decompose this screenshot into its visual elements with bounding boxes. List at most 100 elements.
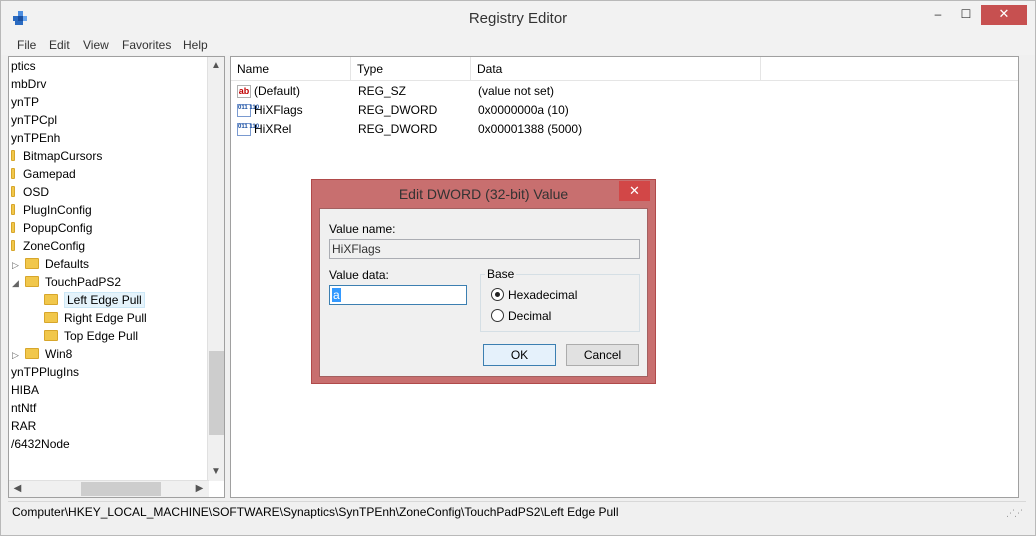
menu-view[interactable]: View xyxy=(83,38,109,52)
radio-checked-icon[interactable] xyxy=(491,288,504,302)
value-data: 0x0000000a (10) xyxy=(478,103,569,117)
scroll-right-arrow-icon[interactable]: ▶ xyxy=(191,481,208,497)
radio-hexadecimal-label: Hexadecimal xyxy=(508,288,578,302)
tree-item[interactable]: OSD xyxy=(11,183,49,201)
tree-item[interactable]: PopupConfig xyxy=(11,219,92,237)
value-data: 0x00001388 (5000) xyxy=(478,122,583,136)
close-button[interactable]: ✕ xyxy=(981,5,1027,25)
horizontal-scroll-thumb[interactable] xyxy=(81,482,161,496)
menu-file[interactable]: File xyxy=(17,38,36,52)
folder-icon xyxy=(11,150,15,162)
tree-item[interactable]: Win8 xyxy=(25,345,72,363)
tree-item-label: Left Edge Pull xyxy=(64,292,145,308)
list-header: Name Type Data xyxy=(231,57,1018,81)
base-group-label: Base xyxy=(485,267,517,281)
folder-icon xyxy=(44,312,58,324)
value-name-field[interactable]: HiXFlags xyxy=(329,239,640,259)
expand-arrow-icon[interactable]: ▷ xyxy=(12,350,19,361)
value-row[interactable]: ab (Default) REG_SZ (value not set) xyxy=(231,82,1018,101)
cancel-button[interactable]: Cancel xyxy=(566,344,639,366)
folder-icon xyxy=(11,240,15,252)
ok-button[interactable]: OK xyxy=(483,344,556,366)
tree-item[interactable]: TouchPadPS2 xyxy=(25,273,121,291)
tree-item[interactable]: Top Edge Pull xyxy=(44,327,138,345)
tree-item[interactable]: mbDrv xyxy=(11,75,46,93)
minimize-button[interactable]: – xyxy=(925,5,951,25)
tree-item-label: Win8 xyxy=(45,347,73,361)
folder-open-icon xyxy=(25,276,39,288)
tree-item[interactable]: Defaults xyxy=(25,255,89,273)
tree-item[interactable]: RAR xyxy=(11,417,36,435)
base-group: Base Hexadecimal Decimal xyxy=(480,267,640,332)
tree-item[interactable]: PlugInConfig xyxy=(11,201,92,219)
column-header-type[interactable]: Type xyxy=(351,57,471,81)
value-name: HiXFlags xyxy=(254,103,303,117)
menu-edit[interactable]: Edit xyxy=(49,38,70,52)
radio-hexadecimal[interactable]: Hexadecimal xyxy=(491,287,577,303)
tree-item-label: RAR xyxy=(11,419,37,433)
folder-icon xyxy=(25,348,39,360)
value-type: REG_SZ xyxy=(358,84,407,98)
value-row[interactable]: 011 110HiXFlags REG_DWORD 0x0000000a (10… xyxy=(231,101,1018,120)
tree-item[interactable]: /6432Node xyxy=(11,435,70,453)
window-title: Registry Editor xyxy=(468,10,568,27)
menu-bar: File Edit View Favorites Help xyxy=(1,35,1035,55)
tree-item[interactable]: BitmapCursors xyxy=(11,147,102,165)
scroll-down-arrow-icon[interactable]: ▼ xyxy=(208,463,224,480)
tree-item-label: HIBA xyxy=(11,383,40,397)
value-data: (value not set) xyxy=(478,84,555,98)
tree-item[interactable]: ntNtf xyxy=(11,399,36,417)
tree-item[interactable]: ynTPPlugIns xyxy=(11,363,79,381)
string-value-icon: ab xyxy=(237,85,251,99)
menu-favorites[interactable]: Favorites xyxy=(122,38,171,52)
tree-item[interactable]: Right Edge Pull xyxy=(44,309,147,327)
tree-item[interactable]: ynTPEnh xyxy=(11,129,60,147)
collapse-arrow-icon[interactable]: ◢ xyxy=(12,278,19,289)
tree-item[interactable]: Gamepad xyxy=(11,165,76,183)
value-row[interactable]: 011 110HiXRel REG_DWORD 0x00001388 (5000… xyxy=(231,120,1018,139)
folder-icon xyxy=(44,330,58,342)
tree-item[interactable]: ynTPCpl xyxy=(11,111,57,129)
tree-item-label: PopupConfig xyxy=(23,221,93,235)
value-data-input[interactable]: a xyxy=(329,285,467,305)
tree-item-label: Defaults xyxy=(45,257,90,271)
radio-unchecked-icon[interactable] xyxy=(491,309,504,323)
tree-item[interactable]: ZoneConfig xyxy=(11,237,85,255)
tree-horizontal-scrollbar[interactable]: ◀ ▶ xyxy=(9,480,209,497)
tree-item-label: Gamepad xyxy=(23,167,76,181)
tree-item[interactable]: HIBA xyxy=(11,381,39,399)
column-header-name[interactable]: Name xyxy=(231,57,351,81)
menu-help[interactable]: Help xyxy=(183,38,208,52)
folder-icon xyxy=(11,222,15,234)
tree-item-label: ynTP xyxy=(11,95,40,109)
tree-item[interactable]: ynTP xyxy=(11,93,39,111)
folder-open-icon xyxy=(44,294,58,306)
scroll-left-arrow-icon[interactable]: ◀ xyxy=(9,481,26,497)
registry-key-tree[interactable]: ptics mbDrv ynTP ynTPCpl ynTPEnh BitmapC… xyxy=(8,56,225,498)
tree-item-selected[interactable]: Left Edge Pull xyxy=(44,291,145,309)
folder-icon xyxy=(25,258,39,270)
dialog-close-button[interactable]: ✕ xyxy=(619,181,650,201)
status-path: Computer\HKEY_LOCAL_MACHINE\SOFTWARE\Syn… xyxy=(12,505,619,519)
maximize-button[interactable]: ☐ xyxy=(953,5,979,25)
value-name-label: Value name: xyxy=(329,222,396,236)
vertical-scroll-thumb[interactable] xyxy=(209,351,224,435)
edit-dword-dialog: Edit DWORD (32-bit) Value ✕ Value name: … xyxy=(311,179,656,384)
title-bar[interactable]: Registry Editor – ☐ ✕ xyxy=(1,1,1035,35)
value-type: REG_DWORD xyxy=(358,122,438,136)
value-name: (Default) xyxy=(254,84,301,98)
value-name: HiXRel xyxy=(254,122,292,136)
expand-arrow-icon[interactable]: ▷ xyxy=(12,260,19,271)
column-header-data[interactable]: Data xyxy=(471,57,761,81)
tree-item-label: ptics xyxy=(11,59,36,73)
tree-item-label: Right Edge Pull xyxy=(64,311,147,325)
radio-decimal-label: Decimal xyxy=(508,309,552,323)
resize-grip-icon[interactable]: ⋰⋰ xyxy=(1006,508,1023,519)
tree-item-label: OSD xyxy=(23,185,50,199)
tree-vertical-scrollbar[interactable]: ▲ ▼ xyxy=(207,57,224,481)
scroll-up-arrow-icon[interactable]: ▲ xyxy=(208,57,224,74)
tree-item[interactable]: ptics xyxy=(11,57,36,75)
radio-decimal[interactable]: Decimal xyxy=(491,308,551,324)
dword-value-icon: 011 110 xyxy=(237,123,259,137)
status-bar: Computer\HKEY_LOCAL_MACHINE\SOFTWARE\Syn… xyxy=(8,501,1026,523)
